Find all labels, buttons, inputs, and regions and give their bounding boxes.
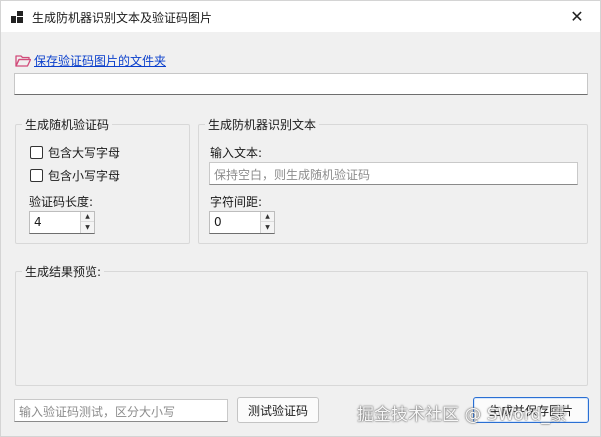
lowercase-checkbox[interactable] [30, 169, 43, 182]
captcha-length-spin-buttons: ▲ ▼ [80, 212, 94, 233]
preview-group: 生成结果预览: [15, 263, 588, 386]
captcha-length-value: 4 [34, 215, 42, 229]
random-captcha-group-title: 生成随机验证码 [22, 116, 113, 133]
anti-bot-text-group-title: 生成防机器识别文本 [205, 116, 320, 133]
random-captcha-group: 生成随机验证码 包含大写字母 包含小写字母 验证码长度: 4 ▲ ▼ [15, 116, 190, 244]
chevron-down-icon[interactable]: ▼ [81, 222, 94, 232]
chevron-up-icon[interactable]: ▲ [261, 212, 274, 222]
generate-save-button-label: 生成并保存图片 [488, 403, 573, 418]
anti-bot-text-placeholder: 保持空白，则生成随机验证码 [214, 168, 371, 182]
uppercase-checkbox[interactable] [30, 146, 43, 159]
captcha-length-stepper[interactable]: 4 ▲ ▼ [29, 211, 95, 234]
save-folder-link-label: 保存验证码图片的文件夹 [34, 54, 167, 68]
window-title: 生成防机器识别文本及验证码图片 [32, 11, 213, 25]
test-captcha-button[interactable]: 测试验证码 [237, 397, 319, 423]
title-bar: 生成防机器识别文本及验证码图片 ✕ [1, 1, 600, 32]
anti-bot-text-input[interactable]: 保持空白，则生成随机验证码 [209, 162, 578, 185]
char-spacing-spin-buttons: ▲ ▼ [260, 212, 274, 233]
char-spacing-stepper[interactable]: 0 ▲ ▼ [209, 211, 275, 234]
lowercase-label: 包含小写字母 [48, 169, 121, 183]
uppercase-checkbox-row[interactable]: 包含大写字母 [30, 144, 120, 161]
captcha-test-placeholder: 输入验证码测试，区分大小写 [19, 405, 176, 419]
app-window: 生成防机器识别文本及验证码图片 ✕ 保存验证码图片的文件夹 生成随机验证码 包含… [0, 0, 601, 437]
save-path-field[interactable] [14, 73, 588, 95]
close-icon: ✕ [570, 7, 584, 26]
test-captcha-button-label: 测试验证码 [247, 403, 308, 418]
app-grid-icon [11, 11, 23, 23]
preview-group-title: 生成结果预览: [22, 263, 105, 280]
close-button[interactable]: ✕ [554, 1, 600, 32]
anti-bot-text-group: 生成防机器识别文本 输入文本: 保持空白，则生成随机验证码 字符间距: 0 ▲ … [198, 116, 588, 244]
captcha-length-label: 验证码长度: [29, 195, 94, 209]
char-spacing-label: 字符间距: [210, 195, 263, 209]
uppercase-label: 包含大写字母 [48, 146, 121, 160]
captcha-test-input[interactable]: 输入验证码测试，区分大小写 [14, 399, 228, 422]
generate-save-button[interactable]: 生成并保存图片 [473, 397, 589, 423]
chevron-up-icon[interactable]: ▲ [81, 212, 94, 222]
char-spacing-value: 0 [214, 215, 222, 229]
folder-open-icon [15, 55, 31, 67]
lowercase-checkbox-row[interactable]: 包含小写字母 [30, 167, 120, 184]
save-folder-link[interactable]: 保存验证码图片的文件夹 [15, 52, 166, 69]
chevron-down-icon[interactable]: ▼ [261, 222, 274, 232]
input-text-label: 输入文本: [210, 146, 263, 160]
